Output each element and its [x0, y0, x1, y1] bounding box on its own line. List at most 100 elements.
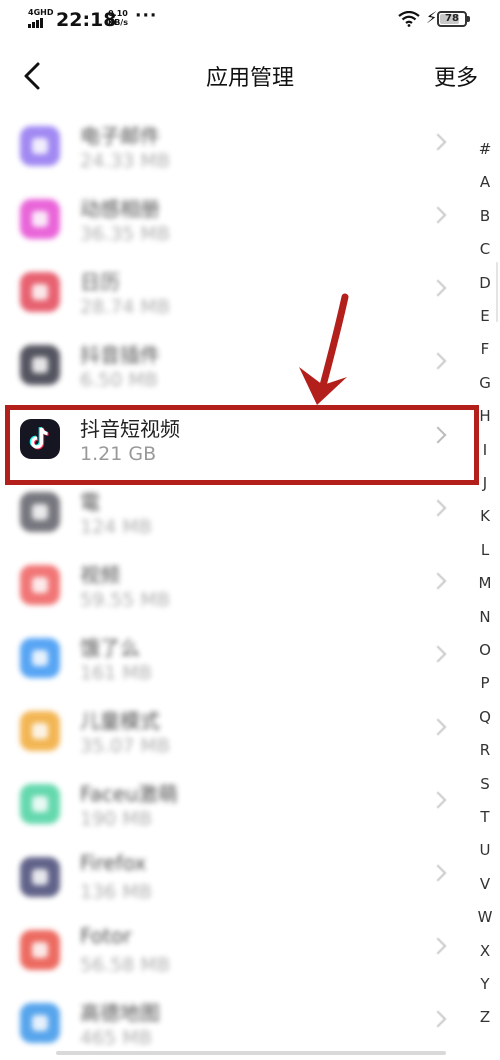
app-icon — [20, 126, 60, 166]
battery-icon: 78 — [437, 11, 470, 27]
app-row[interactable]: 电子邮件 24.33 MB — [0, 110, 470, 183]
index-letter[interactable]: Z — [470, 1008, 500, 1026]
app-name: 电子邮件 — [80, 124, 160, 148]
app-icon-glyph — [32, 942, 48, 958]
red-arrow-annotation — [299, 293, 349, 405]
index-letter[interactable]: W — [470, 908, 500, 926]
app-icon-glyph — [32, 796, 48, 812]
chevron-right-icon — [429, 352, 447, 370]
app-size: 59.55 MB — [80, 589, 170, 611]
app-icon-glyph — [32, 723, 48, 739]
index-letter[interactable]: R — [470, 741, 500, 759]
app-row[interactable]: Faceu激萌 190 MB — [0, 768, 470, 841]
signal-icon — [28, 18, 46, 28]
app-size: 24.33 MB — [80, 150, 170, 172]
app-name: 儿童模式 — [80, 709, 160, 733]
app-name: 饿了么 — [80, 636, 140, 660]
app-row[interactable]: Firefox 136 MB — [0, 841, 470, 914]
chevron-right-icon — [429, 426, 447, 444]
index-letter[interactable]: A — [470, 173, 500, 191]
chevron-right-icon — [429, 279, 447, 297]
app-icon-glyph — [32, 869, 48, 885]
app-icon — [20, 711, 60, 751]
app-name: 抖音插件 — [80, 343, 160, 367]
app-row[interactable]: 日历 28.74 MB — [0, 256, 470, 329]
app-row[interactable]: 饿了么 161 MB — [0, 622, 470, 695]
network-speed-unit: KB/s — [108, 18, 128, 27]
app-size: 28.74 MB — [80, 296, 170, 318]
app-row[interactable]: 抖音插件 6.50 MB — [0, 329, 470, 402]
chevron-right-icon — [429, 499, 447, 517]
index-letter[interactable]: H — [470, 407, 500, 425]
index-letter[interactable]: I — [470, 441, 500, 459]
app-row[interactable]: 儿童模式 35.07 MB — [0, 695, 470, 768]
app-list: 电子邮件 24.33 MB 动感相册 36.35 MB 日历 28.74 MB 抖音插件 6.… — [0, 110, 500, 1057]
app-row[interactable]: 动感相册 36.35 MB — [0, 183, 470, 256]
battery-level: 78 — [445, 13, 459, 24]
app-name: 动感相册 — [80, 197, 160, 221]
app-icon-glyph — [32, 504, 48, 520]
chevron-right-icon — [429, 645, 447, 663]
index-letter[interactable]: S — [470, 775, 500, 793]
index-letter[interactable]: U — [470, 841, 500, 859]
home-indicator[interactable] — [56, 1051, 446, 1055]
index-letter[interactable]: Q — [470, 708, 500, 726]
app-size: 36.35 MB — [80, 223, 170, 245]
app-size: 56.58 MB — [80, 954, 170, 976]
chevron-right-icon — [429, 791, 447, 809]
app-icon — [20, 492, 60, 532]
chevron-right-icon — [429, 206, 447, 224]
index-letter[interactable]: L — [470, 541, 500, 559]
app-icon — [20, 638, 60, 678]
index-letter[interactable]: M — [470, 574, 500, 592]
app-row[interactable]: 電 124 MB — [0, 476, 470, 549]
network-type: 4GHD — [28, 8, 54, 17]
chevron-right-icon — [429, 718, 447, 736]
app-row[interactable]: 视频 59.55 MB — [0, 549, 470, 622]
app-bar: 应用管理 更多 — [0, 40, 500, 112]
chevron-right-icon — [429, 572, 447, 590]
app-icon-glyph — [32, 211, 48, 227]
app-icon — [20, 857, 60, 897]
app-icon — [20, 784, 60, 824]
index-letter[interactable]: N — [470, 608, 500, 626]
chevron-right-icon — [429, 1010, 447, 1028]
index-letter[interactable]: P — [470, 674, 500, 692]
app-name: 抖音短视频 — [80, 417, 180, 441]
index-letter[interactable]: # — [470, 140, 500, 158]
index-letter[interactable]: V — [470, 875, 500, 893]
scrollbar[interactable] — [496, 262, 498, 322]
app-row[interactable]: Fotor 56.58 MB — [0, 914, 470, 987]
index-letter[interactable]: Y — [470, 975, 500, 993]
more-button[interactable]: 更多 — [434, 60, 478, 92]
app-icon — [20, 930, 60, 970]
network-speed: 0.10 KB/s — [108, 9, 128, 27]
app-size: 190 MB — [80, 808, 152, 830]
charging-bolt-icon: ⚡ — [426, 8, 438, 27]
index-letter[interactable]: B — [470, 207, 500, 225]
more-notifications-icon: ··· — [135, 6, 158, 26]
chevron-right-icon — [429, 937, 447, 955]
index-letter[interactable]: C — [470, 240, 500, 258]
app-name: Firefox — [80, 851, 147, 875]
app-icon — [20, 345, 60, 385]
app-size: 35.07 MB — [80, 735, 170, 757]
index-letter[interactable]: K — [470, 507, 500, 525]
app-icon-glyph — [32, 138, 48, 154]
index-letter[interactable]: G — [470, 374, 500, 392]
app-icon — [20, 565, 60, 605]
app-icon — [20, 272, 60, 312]
index-letter[interactable]: X — [470, 942, 500, 960]
app-icon — [20, 199, 60, 239]
index-letter[interactable]: O — [470, 641, 500, 659]
chevron-right-icon — [429, 133, 447, 151]
app-row-douyin[interactable]: 抖音短视频 1.21 GB — [0, 403, 470, 476]
app-name: Faceu激萌 — [80, 782, 178, 806]
app-row[interactable]: 高德地图 465 MB — [0, 987, 470, 1060]
index-letter[interactable]: F — [470, 340, 500, 358]
index-letter[interactable]: T — [470, 808, 500, 826]
app-size: 136 MB — [80, 881, 152, 903]
page-title: 应用管理 — [205, 66, 294, 91]
index-letter[interactable]: J — [470, 474, 500, 492]
battery-nub — [467, 16, 470, 22]
